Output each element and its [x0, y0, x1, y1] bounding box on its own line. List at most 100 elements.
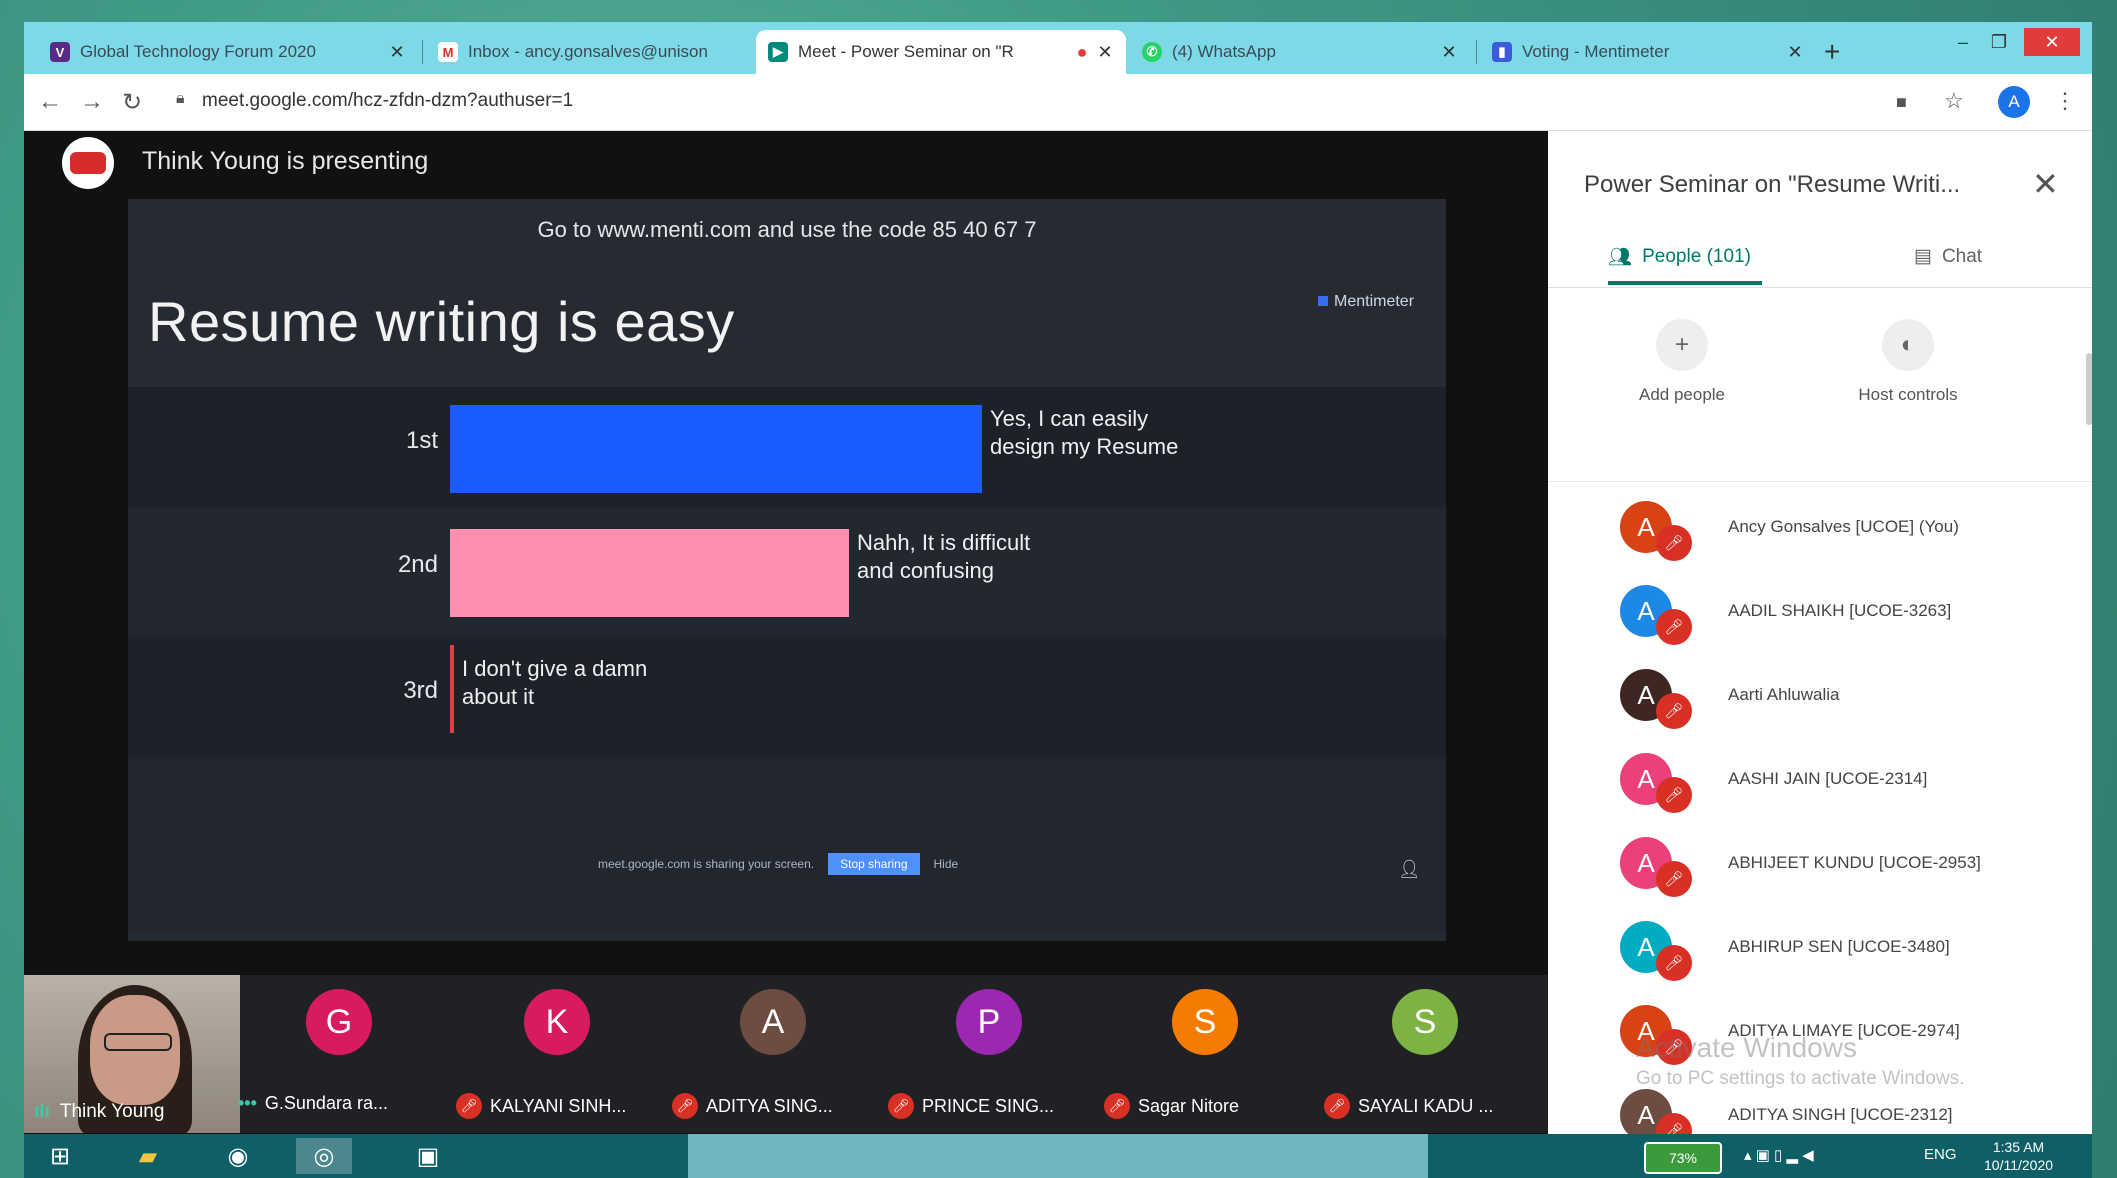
url-field[interactable]: meet.google.com/hcz-zfdn-dzm?authuser=1: [202, 90, 573, 112]
sharing-notice-bar: meet.google.com is sharing your screen. …: [598, 853, 958, 875]
chart-row: [128, 637, 1446, 757]
mic-off-icon: 🎤︎: [1656, 609, 1692, 645]
app-icon[interactable]: ◉: [210, 1138, 266, 1174]
rank-label: 3rd: [403, 677, 438, 704]
close-icon[interactable]: ✕: [1096, 42, 1114, 63]
camera-icon[interactable]: ■: [1896, 92, 1907, 113]
poll-option-label: Yes, I can easily design my Resume: [990, 406, 1179, 459]
shared-slide: Go to www.menti.com and use the code 85 …: [128, 199, 1446, 941]
zoom-icon[interactable]: ▣: [400, 1138, 456, 1174]
presenter-bar: Think Young is presenting: [24, 131, 1548, 191]
tray-icons[interactable]: ▴ ▣ ▯ ▂ ◀︎: [1744, 1146, 1814, 1164]
active-tab-indicator: [1608, 281, 1762, 285]
minimize-icon[interactable]: –: [1948, 28, 1978, 56]
participant-avatar: P: [956, 989, 1022, 1055]
tab-mentimeter[interactable]: ▮ Voting - Mentimeter ✕: [1480, 30, 1816, 74]
address-bar: ← → ↻ 🔒︎ meet.google.com/hcz-zfdn-dzm?au…: [24, 74, 2092, 131]
tab-title: Inbox - ancy.gonsalves@unison: [468, 42, 708, 61]
tab-chat-label: Chat: [1941, 245, 1983, 267]
rank-label: 2nd: [397, 551, 438, 578]
people-list-item[interactable]: A 🎤︎ AADIL SHAIKH [UCOE-3263]: [1548, 577, 2092, 661]
tab-whatsapp[interactable]: ✆ (4) WhatsApp ✕: [1130, 30, 1470, 74]
lock-icon: 🔒︎: [176, 90, 185, 107]
panel-title: Power Seminar on "Resume Writi...: [1584, 171, 1961, 198]
tab-meet[interactable]: ▶ Meet - Power Seminar on "R ● ✕: [756, 30, 1126, 74]
close-icon[interactable]: ✕: [388, 42, 406, 63]
tab-title: Global Technology Forum 2020: [80, 42, 316, 61]
taskbar-preview: [688, 1134, 1428, 1178]
reload-icon[interactable]: ↻: [122, 88, 142, 117]
close-icon[interactable]: ✕: [1786, 42, 1804, 63]
clock[interactable]: 1:35 AM 10/11/2020: [1984, 1138, 2053, 1174]
whatsapp-icon: ✆: [1142, 42, 1162, 62]
close-icon[interactable]: ✕: [2032, 165, 2059, 203]
hide-link[interactable]: Hide: [934, 857, 959, 871]
participant-name: KALYANI SINH...: [490, 1095, 627, 1116]
tab-people-label: People (101): [1642, 246, 1751, 267]
mic-off-icon: 🎤︎: [1104, 1093, 1130, 1119]
participant-tile[interactable]: G ••• G.Sundara ra...: [232, 975, 448, 1133]
poll-option-label: I don't give a damn about it: [462, 656, 648, 709]
participant-name: SAYALI KADU ...: [1358, 1095, 1494, 1116]
participant-name: Sagar Nitore: [1138, 1095, 1240, 1116]
mic-off-icon: 🎤︎: [1656, 945, 1692, 981]
back-arrow-icon[interactable]: ←: [38, 88, 62, 116]
stop-sharing-button[interactable]: Stop sharing: [828, 853, 920, 875]
language-indicator[interactable]: ENG: [1924, 1146, 1957, 1163]
recording-dot-icon: ●: [1076, 41, 1088, 62]
mic-off-icon: 🎤︎: [1656, 693, 1692, 729]
new-tab-button[interactable]: +: [1824, 36, 1840, 68]
participant-name: ADITYA SING...: [706, 1095, 833, 1116]
tab-separator: [422, 40, 423, 64]
participant-tile[interactable]: A 🎤︎ ADITYA SING...: [666, 975, 882, 1133]
person-name: AADIL SHAIKH [UCOE-3263]: [1728, 601, 1952, 620]
close-icon[interactable]: ✕: [1440, 42, 1458, 63]
mic-off-icon: 🎤︎: [1324, 1093, 1350, 1119]
desktop-screen: V Global Technology Forum 2020 ✕ M Inbox…: [24, 22, 2092, 1178]
tab-people[interactable]: 👥︎ People (101): [1608, 245, 1751, 269]
tab-title: Voting - Mentimeter: [1522, 42, 1670, 61]
people-list-item[interactable]: A 🎤︎ Ancy Gonsalves [UCOE] (You): [1548, 493, 2092, 577]
mentimeter-logo: Mentimeter: [1318, 293, 1414, 311]
mic-off-icon: 🎤︎: [672, 1093, 698, 1119]
menu-dots-icon[interactable]: ⋮: [2054, 88, 2076, 114]
participant-tile[interactable]: S 🎤︎ Sagar Nitore: [1098, 975, 1314, 1133]
rank-label: 1st: [405, 427, 438, 454]
profile-avatar[interactable]: A: [1998, 86, 2030, 118]
add-people-button[interactable]: + Add people: [1612, 319, 1752, 405]
presenter-label: Think Young is presenting: [142, 147, 429, 175]
tab-title: Meet - Power Seminar on "R: [798, 42, 1014, 61]
tab-inbox[interactable]: M Inbox - ancy.gonsalves@unison ✕: [426, 30, 806, 74]
tab-chat[interactable]: ▤ Chat: [1914, 245, 1982, 268]
forward-arrow-icon[interactable]: →: [80, 88, 104, 116]
participant-tile[interactable]: K 🎤︎ KALYANI SINH...: [450, 975, 666, 1133]
tab-global-technology-forum[interactable]: V Global Technology Forum 2020 ✕: [38, 30, 418, 74]
window-close-button[interactable]: ✕: [2024, 28, 2080, 56]
participant-tile[interactable]: P 🎤︎ PRINCE SING...: [882, 975, 1098, 1133]
people-list-item[interactable]: A 🎤︎ Aarti Ahluwalia: [1548, 661, 2092, 745]
mic-off-icon: 🎤︎: [888, 1093, 914, 1119]
poll-bar: [450, 645, 454, 733]
star-icon[interactable]: ☆: [1944, 88, 1964, 114]
people-list-item[interactable]: A 🎤︎ ABHIJEET KUNDU [UCOE-2953]: [1548, 829, 2092, 913]
folder-icon[interactable]: ▰: [120, 1138, 176, 1174]
host-controls-button[interactable]: ◐ Host controls: [1838, 319, 1978, 405]
people-list-item[interactable]: A 🎤︎ AASHI JAIN [UCOE-2314]: [1548, 745, 2092, 829]
mic-off-icon: 🎤︎: [1656, 525, 1692, 561]
scrollbar[interactable]: [2086, 353, 2092, 425]
participant-name: G.Sundara ra...: [264, 1093, 388, 1113]
mic-off-icon: 🎤︎: [1656, 777, 1692, 813]
person-name: ADITYA SINGH [UCOE-2312]: [1728, 1105, 1953, 1124]
battery-indicator[interactable]: 73%: [1644, 1142, 1722, 1174]
person-name: Aarti Ahluwalia: [1728, 685, 1840, 704]
windows-start-icon[interactable]: ⊞: [32, 1138, 88, 1174]
participant-avatar: S: [1172, 989, 1238, 1055]
chrome-icon[interactable]: ◎: [296, 1138, 352, 1174]
people-icon: 👥︎: [1608, 247, 1633, 268]
people-list-item[interactable]: A 🎤︎ ABHIRUP SEN [UCOE-3480]: [1548, 913, 2092, 997]
participant-tile[interactable]: S 🎤︎ SAYALI KADU ...: [1318, 975, 1534, 1133]
person-name: AASHI JAIN [UCOE-2314]: [1728, 769, 1928, 788]
browser-tab-bar: V Global Technology Forum 2020 ✕ M Inbox…: [24, 22, 2092, 74]
restore-icon[interactable]: ❐: [1984, 28, 2014, 56]
poll-bar: [450, 529, 849, 617]
